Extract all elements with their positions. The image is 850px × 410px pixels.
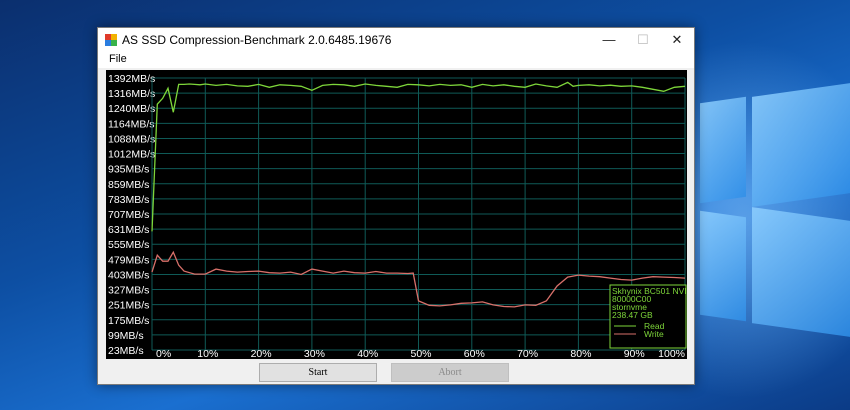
maximize-button[interactable]: ☐ xyxy=(626,28,660,52)
y-tick-label: 175MB/s xyxy=(108,315,149,327)
y-tick-label: 403MB/s xyxy=(108,269,149,281)
benchmark-chart: 1392MB/s 1316MB/s 1240MB/s 1164MB/s 1088MB/s… xyxy=(108,73,687,360)
y-tick-label: 1240MB/s xyxy=(108,103,155,115)
menu-bar: File xyxy=(98,52,694,68)
x-tick-label: 30% xyxy=(304,348,325,359)
menu-file[interactable]: File xyxy=(109,53,127,65)
x-tick-label: 90% xyxy=(624,348,645,359)
x-tick-label: 50% xyxy=(411,348,432,359)
x-tick-label: 0% xyxy=(156,348,171,359)
close-button[interactable]: ✕ xyxy=(660,28,694,52)
y-tick-label: 555MB/s xyxy=(108,239,149,251)
x-tick-label: 40% xyxy=(357,348,378,359)
legend-device-line: 238.47 GB xyxy=(612,310,653,320)
x-tick-label: 80% xyxy=(570,348,591,359)
legend-series-label: Write xyxy=(644,329,664,339)
windows-logo-pane-bottom-left xyxy=(700,210,746,322)
y-tick-label: 251MB/s xyxy=(108,300,149,312)
benchmark-chart-area: 1392MB/s 1316MB/s 1240MB/s 1164MB/s 1088MB/s… xyxy=(106,70,687,360)
y-tick-label: 1164MB/s xyxy=(108,118,155,130)
app-icon xyxy=(105,34,117,46)
x-tick-label: 70% xyxy=(517,348,538,359)
windows-logo-pane-top-right xyxy=(752,83,850,207)
y-tick-label: 1392MB/s xyxy=(108,73,155,85)
windows-logo-pane-top-left xyxy=(700,96,746,204)
windows-logo-pane-bottom-right xyxy=(752,207,850,337)
y-tick-label: 783MB/s xyxy=(108,194,149,206)
app-window: AS SSD Compression-Benchmark 2.0.6485.19… xyxy=(97,27,695,385)
y-tick-label: 99MB/s xyxy=(108,330,144,342)
window-title: AS SSD Compression-Benchmark 2.0.6485.19… xyxy=(122,33,392,47)
y-tick-label: 23MB/s xyxy=(108,345,144,357)
minimize-button[interactable]: — xyxy=(592,28,626,52)
y-tick-label: 631MB/s xyxy=(108,224,149,236)
x-tick-label: 20% xyxy=(251,348,272,359)
x-tick-label: 100% xyxy=(658,348,685,359)
y-tick-label: 935MB/s xyxy=(108,164,149,176)
y-tick-label: 327MB/s xyxy=(108,285,149,297)
y-tick-label: 479MB/s xyxy=(108,254,149,266)
y-tick-label: 859MB/s xyxy=(108,179,149,191)
y-tick-label: 1316MB/s xyxy=(108,88,155,100)
y-tick-label: 1088MB/s xyxy=(108,133,155,145)
title-bar[interactable]: AS SSD Compression-Benchmark 2.0.6485.19… xyxy=(98,28,694,52)
x-tick-label: 10% xyxy=(197,348,218,359)
abort-button[interactable]: Abort xyxy=(391,363,509,382)
y-tick-label: 1012MB/s xyxy=(108,149,155,161)
start-button[interactable]: Start xyxy=(259,363,377,382)
y-tick-label: 707MB/s xyxy=(108,209,149,221)
x-tick-label: 60% xyxy=(464,348,485,359)
